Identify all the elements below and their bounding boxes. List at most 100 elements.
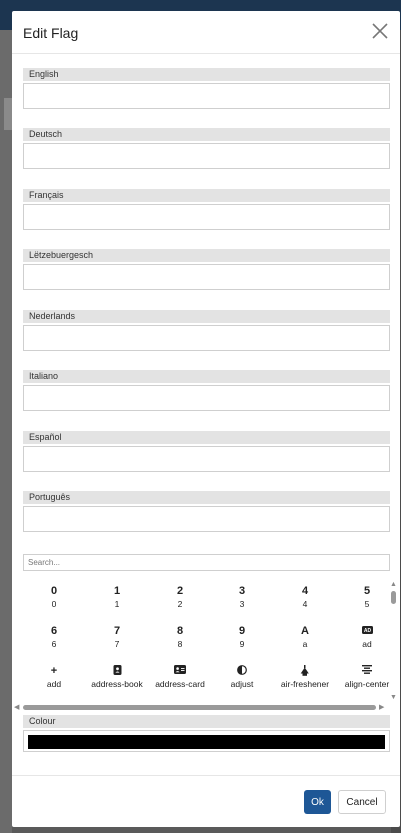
icon-option-name: 3 bbox=[239, 599, 245, 609]
language-label: Français bbox=[23, 189, 390, 202]
dialog-title: Edit Flag bbox=[23, 25, 79, 41]
digit-7-icon: 7 bbox=[113, 625, 121, 637]
language-label: English bbox=[23, 68, 390, 81]
digit-6-icon: 6 bbox=[50, 625, 58, 637]
translation-input-nederlands[interactable] bbox=[23, 325, 390, 351]
air-freshener-icon bbox=[274, 665, 336, 678]
scroll-left-icon[interactable]: ◀ bbox=[14, 703, 19, 712]
icon-option-name: 1 bbox=[114, 599, 120, 609]
icon-search-input[interactable] bbox=[23, 554, 390, 571]
language-field-francais: Français bbox=[23, 189, 390, 230]
icon-option-name: 6 bbox=[51, 639, 57, 649]
icon-option-ad[interactable]: AD ad bbox=[336, 625, 390, 649]
icon-option-name: 4 bbox=[302, 599, 308, 609]
digit-0-icon: 0 bbox=[50, 585, 58, 597]
icon-option-4[interactable]: 4 4 bbox=[274, 585, 336, 609]
cancel-button[interactable]: Cancel bbox=[338, 790, 386, 814]
icon-option-name: 0 bbox=[51, 599, 57, 609]
scrollbar-thumb[interactable] bbox=[23, 705, 376, 710]
icon-option-address-book[interactable]: address-book bbox=[86, 665, 148, 689]
colour-field-group: Colour bbox=[23, 715, 390, 752]
icon-option-name: align-center bbox=[344, 679, 390, 689]
language-label: Lëtzebuergesch bbox=[23, 249, 390, 262]
digit-5-icon: 5 bbox=[363, 585, 371, 597]
icon-option-name: 5 bbox=[364, 599, 370, 609]
translation-input-english[interactable] bbox=[23, 83, 390, 109]
language-label: Português bbox=[23, 491, 390, 504]
translation-input-letzebuergesch[interactable] bbox=[23, 264, 390, 290]
background-sidebar bbox=[0, 30, 12, 833]
icon-option-name: a bbox=[302, 639, 308, 649]
ok-button[interactable]: Ok bbox=[304, 790, 331, 814]
icon-option-name: 9 bbox=[239, 639, 245, 649]
digit-2-icon: 2 bbox=[176, 585, 184, 597]
scroll-down-icon[interactable]: ▼ bbox=[390, 694, 397, 702]
address-card-icon bbox=[149, 665, 211, 678]
digit-8-icon: 8 bbox=[176, 625, 184, 637]
language-field-deutsch: Deutsch bbox=[23, 128, 390, 169]
icon-picker-grid: 0 0 1 1 2 2 3 3 4 4 5 5 6 6 7 7 8 8 9 9 … bbox=[23, 581, 390, 704]
letter-a-icon: A bbox=[301, 625, 309, 637]
language-field-nederlands: Nederlands bbox=[23, 310, 390, 351]
digit-4-icon: 4 bbox=[301, 585, 309, 597]
adjust-icon bbox=[211, 665, 273, 678]
scroll-right-icon[interactable]: ▶ bbox=[379, 703, 384, 712]
language-label: Nederlands bbox=[23, 310, 390, 323]
language-field-portugues: Português bbox=[23, 491, 390, 532]
icon-option-air-freshener[interactable]: air-freshener bbox=[274, 665, 336, 689]
colour-swatch[interactable] bbox=[28, 735, 385, 749]
language-field-espanol: Español bbox=[23, 431, 390, 472]
address-book-icon bbox=[86, 665, 148, 678]
icon-option-8[interactable]: 8 8 bbox=[149, 625, 211, 649]
digit-1-icon: 1 bbox=[113, 585, 121, 597]
icon-option-7[interactable]: 7 7 bbox=[86, 625, 148, 649]
align-center-icon bbox=[336, 665, 390, 678]
edit-flag-dialog: Edit Flag English Deutsch Français Lëtze… bbox=[12, 11, 400, 827]
language-field-letzebuergesch: Lëtzebuergesch bbox=[23, 249, 390, 290]
colour-picker-field[interactable] bbox=[23, 730, 390, 752]
icon-option-1[interactable]: 1 1 bbox=[86, 585, 148, 609]
scrollbar-thumb[interactable] bbox=[391, 591, 396, 604]
icon-option-name: address-book bbox=[91, 679, 143, 689]
icon-option-name: air-freshener bbox=[280, 679, 330, 689]
icon-grid-vertical-scrollbar[interactable]: ▲ ▼ bbox=[389, 581, 398, 702]
icon-option-0[interactable]: 0 0 bbox=[23, 585, 85, 609]
translation-input-deutsch[interactable] bbox=[23, 143, 390, 169]
icon-option-adjust[interactable]: adjust bbox=[211, 665, 273, 689]
icon-option-name: 8 bbox=[177, 639, 183, 649]
language-label: Italiano bbox=[23, 370, 390, 383]
icon-option-5[interactable]: 5 5 bbox=[336, 585, 390, 609]
icon-option-name: add bbox=[46, 679, 62, 689]
scroll-up-icon[interactable]: ▲ bbox=[390, 581, 397, 589]
close-icon[interactable] bbox=[370, 21, 390, 41]
icon-option-address-card[interactable]: address-card bbox=[149, 665, 211, 689]
language-field-italiano: Italiano bbox=[23, 370, 390, 411]
translation-input-italiano[interactable] bbox=[23, 385, 390, 411]
translation-input-francais[interactable] bbox=[23, 204, 390, 230]
dialog-header: Edit Flag bbox=[12, 11, 400, 54]
icon-option-name: adjust bbox=[230, 679, 254, 689]
icon-option-9[interactable]: 9 9 bbox=[211, 625, 273, 649]
icon-option-name: 2 bbox=[177, 599, 183, 609]
language-field-english: English bbox=[23, 68, 390, 109]
language-label: Español bbox=[23, 431, 390, 444]
icon-option-align-center[interactable]: align-center bbox=[336, 665, 390, 689]
translation-input-espanol[interactable] bbox=[23, 446, 390, 472]
background-sidebar-item bbox=[4, 98, 12, 130]
icon-option-3[interactable]: 3 3 bbox=[211, 585, 273, 609]
icon-grid-horizontal-scrollbar[interactable]: ◀ ▶ bbox=[12, 703, 389, 712]
icon-option-name: 7 bbox=[114, 639, 120, 649]
dialog-footer: Ok Cancel bbox=[12, 775, 400, 827]
colour-label: Colour bbox=[23, 715, 390, 728]
icon-option-a[interactable]: A a bbox=[274, 625, 336, 649]
language-label: Deutsch bbox=[23, 128, 390, 141]
icon-option-2[interactable]: 2 2 bbox=[149, 585, 211, 609]
icon-option-6[interactable]: 6 6 bbox=[23, 625, 85, 649]
icon-option-add[interactable]: + add bbox=[23, 665, 85, 689]
ad-icon: AD bbox=[336, 625, 390, 638]
translation-input-portugues[interactable] bbox=[23, 506, 390, 532]
svg-text:AD: AD bbox=[363, 628, 371, 634]
icon-option-name: ad bbox=[362, 639, 372, 649]
icon-option-name: address-card bbox=[155, 679, 205, 689]
digit-9-icon: 9 bbox=[238, 625, 246, 637]
